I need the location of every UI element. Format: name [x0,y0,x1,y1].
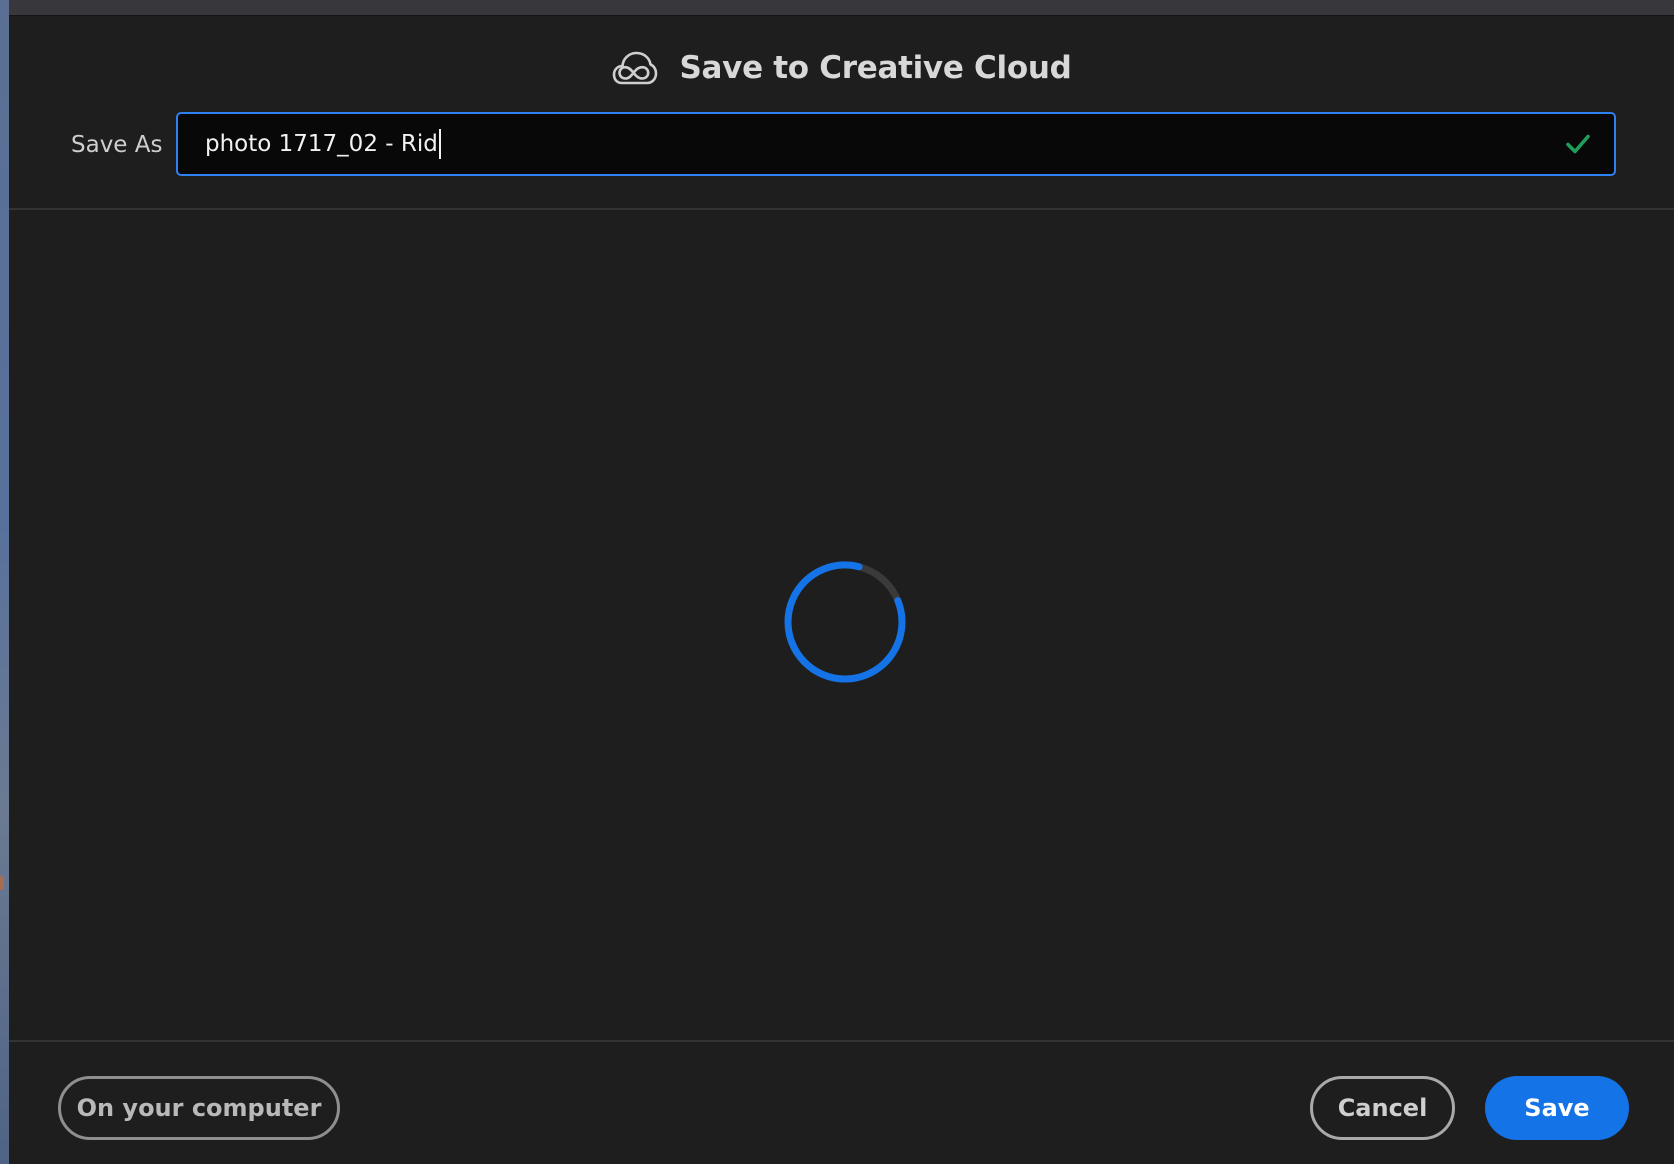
loading-spinner-icon [784,561,906,683]
save-as-label: Save As [71,132,163,158]
dialog-header: Save to Creative Cloud [9,44,1674,92]
footer-divider [9,1040,1674,1042]
save-dialog: Save to Creative Cloud Save As photo 171… [9,16,1674,1164]
cancel-button[interactable]: Cancel [1310,1076,1455,1140]
save-label: Save [1524,1094,1590,1122]
background-window-marker [0,876,4,890]
save-on-computer-label: On your computer [76,1094,322,1122]
text-cursor [438,129,441,159]
window-top-strip [9,0,1674,16]
save-on-computer-button[interactable]: On your computer [58,1076,340,1140]
background-window-edge [0,0,9,1164]
cancel-label: Cancel [1337,1094,1428,1122]
filename-value[interactable]: photo 1717_02 - Rid [205,131,438,157]
save-button[interactable]: Save [1485,1076,1629,1140]
checkmark-icon [1566,134,1590,154]
dialog-title: Save to Creative Cloud [679,50,1072,86]
creative-cloud-icon [612,51,657,85]
app-window: Save to Creative Cloud Save As photo 171… [0,0,1674,1164]
filename-input[interactable]: photo 1717_02 - Rid [176,112,1616,176]
